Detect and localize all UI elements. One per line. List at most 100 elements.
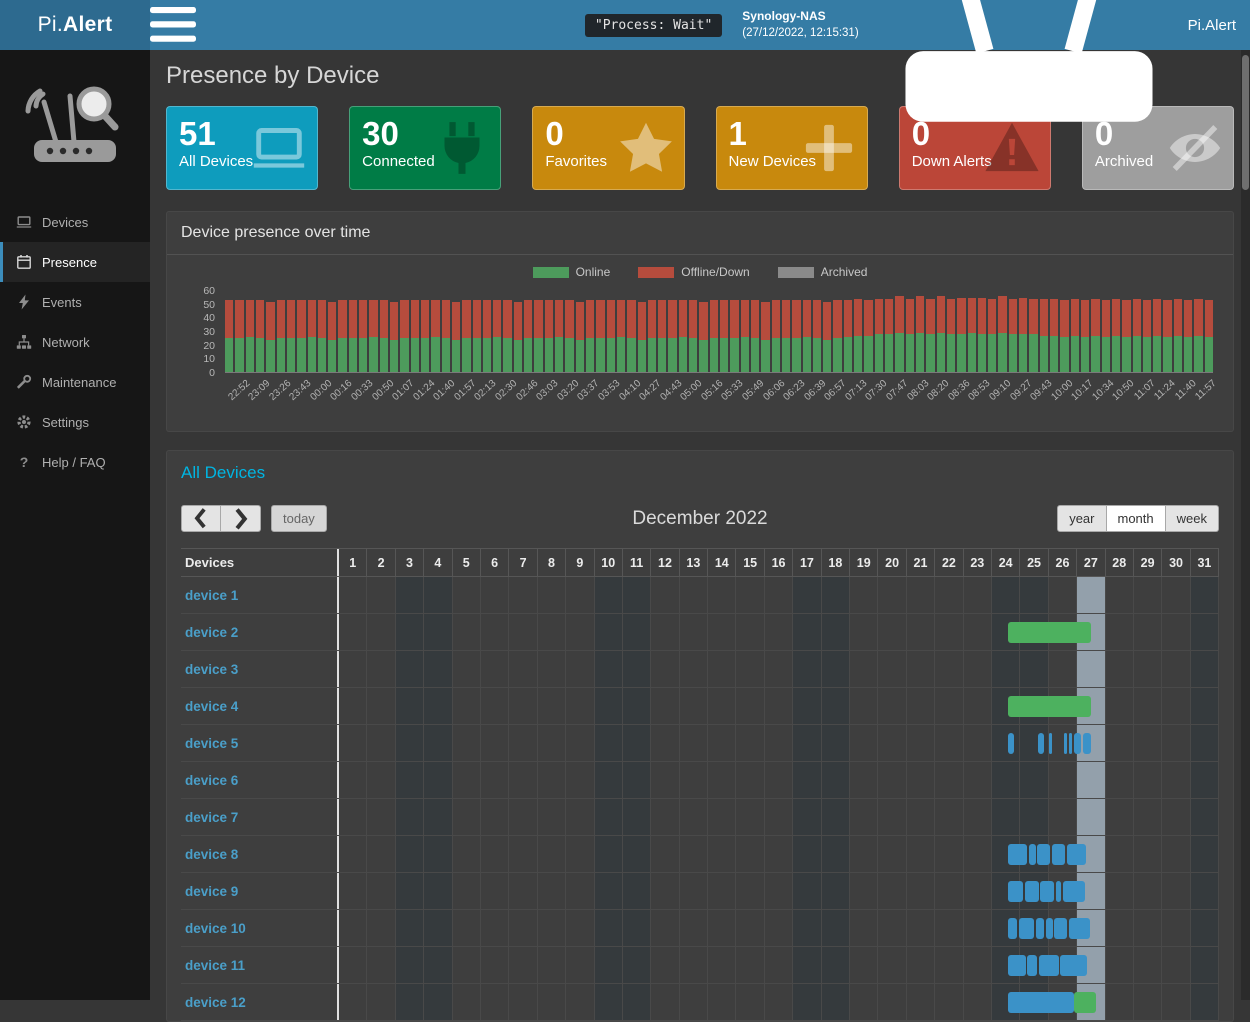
chart-bar <box>1009 291 1017 372</box>
presence-event-session[interactable] <box>1037 844 1050 865</box>
day-cell <box>935 799 963 835</box>
device-link[interactable]: device 12 <box>181 984 339 1020</box>
presence-event-session[interactable] <box>1008 844 1027 865</box>
presence-event-session[interactable] <box>1060 955 1087 976</box>
device-link[interactable]: device 1 <box>181 577 339 613</box>
view-switcher: yearmonthweek <box>1057 505 1219 532</box>
sidebar-item-events[interactable]: Events <box>0 282 150 322</box>
presence-event-online[interactable] <box>1008 696 1091 717</box>
presence-event-session[interactable] <box>1008 918 1017 939</box>
presence-event-session[interactable] <box>1069 733 1072 754</box>
presence-event-session[interactable] <box>1008 881 1023 902</box>
sidebar-item-settings[interactable]: Settings <box>0 402 150 442</box>
device-link[interactable]: device 5 <box>181 725 339 761</box>
day-cell <box>481 651 509 687</box>
device-link[interactable]: device 11 <box>181 947 339 983</box>
scrollbar-thumb[interactable] <box>1242 55 1249 190</box>
device-link[interactable]: device 8 <box>181 836 339 872</box>
day-cell <box>566 614 594 650</box>
view-week-button[interactable]: week <box>1166 505 1219 532</box>
day-cell <box>793 762 821 798</box>
chart-bar <box>1071 291 1079 372</box>
day-cell <box>935 762 963 798</box>
day-header: 9 <box>566 549 594 576</box>
day-cell <box>339 910 367 946</box>
summary-box-favorites[interactable]: 0Favorites <box>532 106 684 190</box>
chart-bar <box>638 291 646 372</box>
presence-event-session[interactable] <box>1064 733 1066 754</box>
day-cell <box>793 577 821 613</box>
sidebar-item-maintenance[interactable]: Maintenance <box>0 362 150 402</box>
day-cell <box>793 688 821 724</box>
chart-bar <box>875 291 883 372</box>
view-month-button[interactable]: month <box>1107 505 1166 532</box>
presence-event-session[interactable] <box>1063 881 1085 902</box>
presence-event-session[interactable] <box>1040 881 1054 902</box>
day-cell <box>623 688 651 724</box>
presence-event-session[interactable] <box>1052 844 1066 865</box>
presence-event-session[interactable] <box>1008 955 1026 976</box>
sidebar-item-network[interactable]: Network <box>0 322 150 362</box>
sidebar-item-help-faq[interactable]: ?Help / FAQ <box>0 442 150 482</box>
day-cell <box>822 799 850 835</box>
day-cell <box>907 984 935 1020</box>
sidebar-item-label: Events <box>42 295 82 310</box>
presence-event-session[interactable] <box>1008 992 1074 1013</box>
next-month-button[interactable] <box>221 505 261 532</box>
sidebar-item-presence[interactable]: Presence <box>0 242 150 282</box>
presence-event-session[interactable] <box>1056 881 1062 902</box>
presence-event-session[interactable] <box>1083 733 1092 754</box>
presence-event-session[interactable] <box>1046 918 1053 939</box>
presence-event-session[interactable] <box>1008 733 1014 754</box>
presence-event-session[interactable] <box>1074 733 1081 754</box>
day-cell <box>453 725 481 761</box>
day-cell <box>538 762 566 798</box>
presence-event-session[interactable] <box>1039 955 1059 976</box>
chart-bar <box>565 291 573 372</box>
presence-event-session[interactable] <box>1036 918 1045 939</box>
presence-event-session[interactable] <box>1069 918 1090 939</box>
today-button[interactable]: today <box>271 505 327 532</box>
presence-event-session[interactable] <box>1049 733 1052 754</box>
presence-event-session[interactable] <box>1019 918 1035 939</box>
presence-event-session[interactable] <box>1027 955 1037 976</box>
topbar-app-brand[interactable]: Pi.Alert <box>879 0 1236 140</box>
presence-event-online[interactable] <box>1074 992 1095 1013</box>
device-link[interactable]: device 3 <box>181 651 339 687</box>
day-cell <box>793 836 821 872</box>
day-cell <box>822 688 850 724</box>
day-cell <box>339 651 367 687</box>
chart-bar <box>431 291 439 372</box>
page-scrollbar[interactable] <box>1241 50 1250 1000</box>
chart-bar <box>833 291 841 372</box>
x-tick: 06:23 <box>781 375 802 421</box>
device-link[interactable]: device 7 <box>181 799 339 835</box>
view-year-button[interactable]: year <box>1057 505 1106 532</box>
device-link[interactable]: device 10 <box>181 910 339 946</box>
day-cell <box>453 799 481 835</box>
presence-event-session[interactable] <box>1029 844 1036 865</box>
day-header: 23 <box>964 549 992 576</box>
day-cell <box>850 873 878 909</box>
presence-event-session[interactable] <box>1038 733 1044 754</box>
device-link[interactable]: device 6 <box>181 762 339 798</box>
summary-box-connected[interactable]: 30Connected <box>349 106 501 190</box>
summary-box-new-devices[interactable]: 1New Devices <box>716 106 868 190</box>
sidebar-item-devices[interactable]: Devices <box>0 202 150 242</box>
presence-event-session[interactable] <box>1054 918 1067 939</box>
presence-event-online[interactable] <box>1008 622 1091 643</box>
device-link[interactable]: device 4 <box>181 688 339 724</box>
sidebar-toggle-button[interactable] <box>150 0 196 50</box>
device-link[interactable]: device 9 <box>181 873 339 909</box>
summary-box-all-devices[interactable]: 51All Devices <box>166 106 318 190</box>
chart-bar <box>772 291 780 372</box>
day-cell <box>1106 947 1134 983</box>
prev-month-button[interactable] <box>181 505 221 532</box>
app-logo[interactable]: Pi.Alert <box>0 0 150 50</box>
presence-event-session[interactable] <box>1025 881 1039 902</box>
presence-event-session[interactable] <box>1067 844 1086 865</box>
day-cell <box>1162 984 1190 1020</box>
device-link[interactable]: device 2 <box>181 614 339 650</box>
chevron-right-icon <box>232 507 249 531</box>
day-cell <box>708 725 736 761</box>
